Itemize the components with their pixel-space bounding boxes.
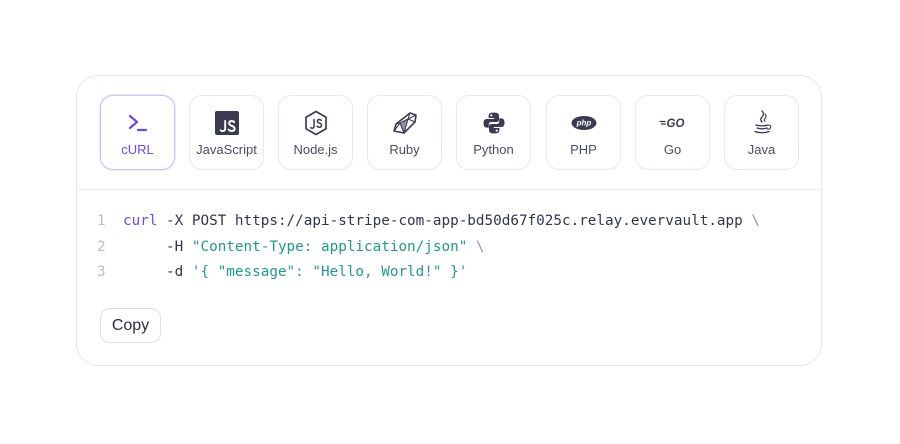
ruby-icon: [368, 109, 441, 137]
svg-text:GO: GO: [666, 118, 684, 130]
code-line: 2 -H "Content-Type: application/json" \: [97, 235, 801, 261]
tab-javascript[interactable]: JavaScript: [189, 95, 264, 170]
javascript-icon: [190, 109, 263, 137]
python-icon: [457, 109, 530, 137]
tab-ruby[interactable]: Ruby: [367, 95, 442, 170]
tab-label: Java: [747, 142, 776, 157]
java-icon: [725, 109, 798, 137]
line-number: 1: [97, 213, 106, 229]
tab-label: PHP: [570, 142, 597, 157]
tab-label: Ruby: [389, 142, 420, 157]
code-string: '{ "message": "Hello, World!" }': [191, 264, 468, 280]
tab-label: JavaScript: [196, 142, 257, 157]
tab-python[interactable]: Python: [456, 95, 531, 170]
line-continuation: \: [467, 238, 485, 255]
code-block: 1 curl -X POST https://api-stripe-com-ap…: [97, 209, 801, 286]
tab-php[interactable]: php PHP: [546, 95, 621, 170]
code-string: "Content-Type: application/json": [191, 238, 468, 255]
go-icon: GO: [636, 109, 709, 137]
tab-nodejs[interactable]: Node.js: [278, 95, 353, 170]
code-line: 1 curl -X POST https://api-stripe-com-ap…: [97, 209, 801, 235]
copy-button[interactable]: Copy: [100, 308, 161, 343]
line-number: 2: [97, 238, 106, 255]
divider: [77, 189, 821, 190]
code-snippet-card: cURL JavaScript Node.js Ruby Python php …: [76, 75, 822, 366]
php-icon: php: [547, 109, 620, 137]
line-continuation: \: [742, 213, 760, 229]
tab-curl[interactable]: cURL: [100, 95, 175, 170]
code-flag: -d: [123, 264, 192, 280]
tab-label: Go: [663, 142, 682, 157]
line-number: 3: [97, 264, 106, 280]
nodejs-icon: [279, 109, 352, 137]
code-text: -X POST https://api-stripe-com-app-bd50d…: [157, 213, 743, 229]
tab-java[interactable]: Java: [724, 95, 799, 170]
svg-text:php: php: [575, 119, 591, 128]
tab-go[interactable]: GO Go: [635, 95, 710, 170]
terminal-icon: [101, 109, 174, 137]
tab-label: Node.js: [293, 142, 338, 157]
tab-label: cURL: [121, 142, 154, 157]
code-line: 3 -d '{ "message": "Hello, World!" }': [97, 260, 801, 286]
code-flag: -H: [123, 238, 192, 255]
tab-label: Python: [473, 142, 514, 157]
code-command: curl: [123, 213, 158, 229]
